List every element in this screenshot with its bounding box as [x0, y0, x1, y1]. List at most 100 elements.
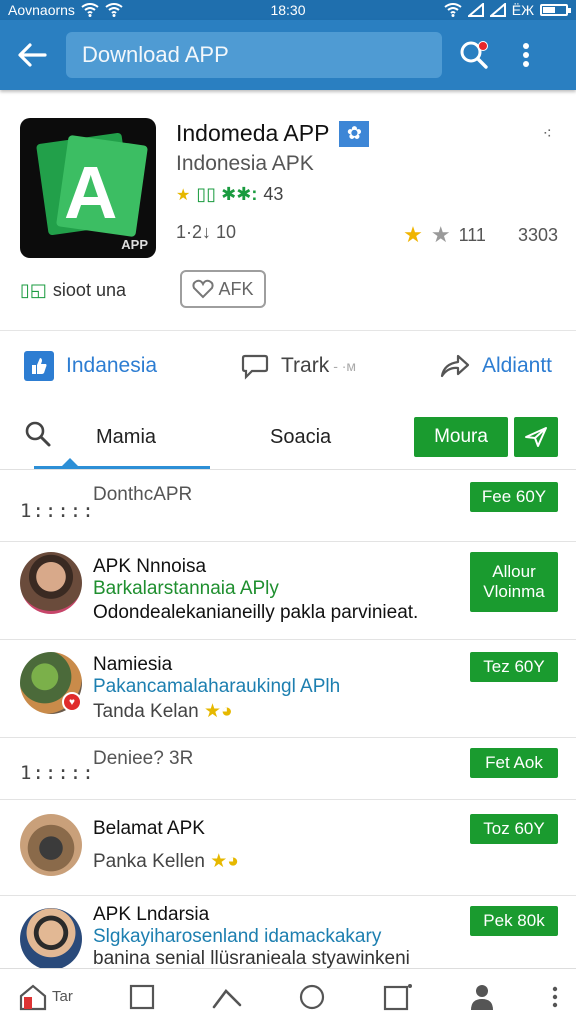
list-item-title: DonthcAPR	[93, 484, 193, 505]
avatar	[20, 552, 82, 614]
nav-home-label: Tar	[52, 988, 73, 1005]
more-vertical-icon	[552, 986, 558, 1007]
app-icon: A APP	[20, 118, 156, 258]
list-item-button[interactable]: Fee 60Y	[470, 482, 558, 512]
list-item-grid: 1:::::	[20, 500, 95, 522]
action-like[interactable]: Indanesia	[24, 350, 158, 381]
share-arrow-icon	[440, 354, 470, 377]
list-item-subtitle-text: Panka Kellen	[93, 851, 205, 872]
tab-social[interactable]: Soacia	[270, 426, 331, 449]
app-meta-left: 1·2↓ 10	[176, 222, 237, 242]
app-options-icon[interactable]: ⁖	[543, 124, 552, 144]
list-item-description: banina senial llüsranieala styawinkeni	[93, 948, 410, 969]
home-icon	[19, 984, 47, 1010]
heart-badge-icon: ♥	[62, 692, 82, 712]
list-item-button[interactable]: Tez 60Y	[470, 652, 558, 682]
meta-right-b: 3303	[517, 224, 558, 245]
search-icon	[25, 421, 51, 447]
list-item-button[interactable]: Allour Vloinma	[470, 552, 558, 612]
app-name: Indomeda APP	[176, 120, 330, 146]
list-item[interactable]: Belamat APK Panka Kellen ★◕ Toz 60Y	[0, 800, 576, 896]
category-icon: ▯▯ ✱✱:	[196, 184, 258, 204]
star-icon: ★	[203, 701, 221, 722]
rating-line: ★ ▯▯ ✱✱: 43	[176, 184, 283, 205]
list-item-description: Tanda Kelan ★◕	[93, 700, 232, 723]
app-icon-brand: APP	[121, 237, 148, 252]
verified-badge-icon: ✿	[339, 120, 370, 147]
app-icon-letter: A	[64, 151, 118, 234]
list-item[interactable]: ♥ Namiesia Pakancamalaharaukingl APlh Ta…	[0, 640, 576, 738]
list-item[interactable]: 1::::: Deniee? 3R Fet Aok	[0, 738, 576, 800]
action-comment-label: Trark	[280, 353, 330, 377]
heart-shield-icon	[192, 279, 215, 299]
person-icon	[471, 984, 494, 1010]
list-item-button[interactable]: Toz 60Y	[470, 814, 558, 844]
list-item[interactable]: APK Lndarsia Slgkayiharosenland idamacka…	[0, 896, 576, 970]
action-row: Indanesia Trark - ·м Aldiantt	[0, 330, 576, 400]
apk-chip[interactable]: AFK	[180, 270, 266, 308]
nav-more[interactable]	[552, 986, 558, 1008]
circle-icon	[300, 984, 325, 1009]
trending-icon	[212, 988, 242, 1008]
list-item-title: APK Nnnoisa	[93, 556, 207, 577]
action-like-label: Indanesia	[66, 353, 158, 377]
nav-home[interactable]: Tar	[18, 983, 73, 1011]
installs-info: ▯◱ sioot una	[20, 280, 126, 301]
chat-bubble-icon	[241, 354, 269, 380]
nav-home-button[interactable]	[298, 983, 326, 1011]
action-comment[interactable]: Trark - ·м	[241, 352, 356, 380]
app-subtitle: Indonesia APK	[176, 152, 314, 175]
list-item[interactable]: 1::::: DonthcAPR Fee 60Y	[0, 470, 576, 542]
tab-search-button[interactable]	[24, 420, 52, 453]
emoji-icon: ◕	[220, 701, 233, 722]
installs-label: sioot una	[52, 280, 126, 300]
more-button-label: Moura	[434, 426, 488, 447]
nav-square[interactable]	[129, 984, 155, 1010]
avatar	[20, 814, 82, 876]
meta-right-a: 111	[458, 224, 486, 245]
check-button[interactable]	[514, 417, 558, 457]
list-item-description: Odondealekanianeilly pakla parvinieat.	[93, 602, 419, 623]
nav-recents[interactable]	[383, 983, 413, 1011]
thumbs-up-icon	[24, 350, 54, 381]
send-check-icon	[525, 427, 547, 447]
list-item-title: APK Lndarsia	[93, 904, 210, 925]
list-item-title: Deniee? 3R	[93, 748, 194, 769]
list-item-button[interactable]: Fet Aok	[470, 748, 558, 778]
list-item-subtitle: Barkalarstannaia APly	[93, 578, 279, 599]
app-header: A APP Indomeda APP ✿ ⁖ Indonesia APK ★ ▯…	[0, 0, 576, 400]
list-item-subtitle: Pakancamalaharaukingl APlh	[93, 676, 341, 697]
app-list: 1::::: DonthcAPR Fee 60Y APK Nnnoisa Bar…	[0, 470, 576, 970]
star-empty-icon: ★	[430, 222, 451, 247]
emoji-icon: ◕	[227, 851, 239, 872]
avatar	[20, 908, 82, 970]
list-item-button-line1: Allour	[492, 562, 536, 581]
app-meta-right: ★ ★ 111 3303	[403, 222, 558, 248]
nav-profile[interactable]	[469, 983, 495, 1011]
action-share[interactable]: Aldiantt	[440, 353, 552, 379]
list-item-button-line2: Vloinma	[483, 582, 545, 601]
list-item-subtitle: Slgkayiharosenland idamackakary	[93, 926, 382, 947]
list-item[interactable]: APK Nnnoisa Barkalarstannaia APly Odonde…	[0, 542, 576, 640]
more-button[interactable]: Moura	[414, 417, 508, 457]
list-item-button[interactable]: Pek 80k	[470, 906, 558, 936]
recents-icon	[383, 983, 412, 1010]
tab-indicator	[34, 458, 210, 469]
app-title: Indomeda APP ✿	[176, 120, 370, 147]
download-count-icon: ▯◱	[20, 280, 47, 300]
tab-bar: Mamia Soacia Moura	[0, 402, 576, 470]
tab-media[interactable]: Mamia	[96, 426, 156, 449]
square-icon	[130, 984, 155, 1009]
star-filled-icon: ★	[403, 222, 423, 247]
list-item-grid: 1:::::	[20, 762, 95, 784]
list-item-description-text: Tanda Kelan	[93, 701, 199, 722]
bottom-nav: Tar	[0, 968, 576, 1024]
nav-trending[interactable]	[212, 985, 242, 1009]
action-comment-suffix: - ·м	[333, 357, 357, 374]
list-item-subtitle: Panka Kellen ★◕	[93, 850, 239, 873]
rating-text: 43	[263, 184, 284, 204]
star-icon: ★	[176, 186, 191, 204]
list-item-title: Belamat APK	[93, 818, 205, 839]
action-share-label: Aldiantt	[481, 353, 552, 377]
apk-chip-label: AFK	[218, 278, 254, 299]
